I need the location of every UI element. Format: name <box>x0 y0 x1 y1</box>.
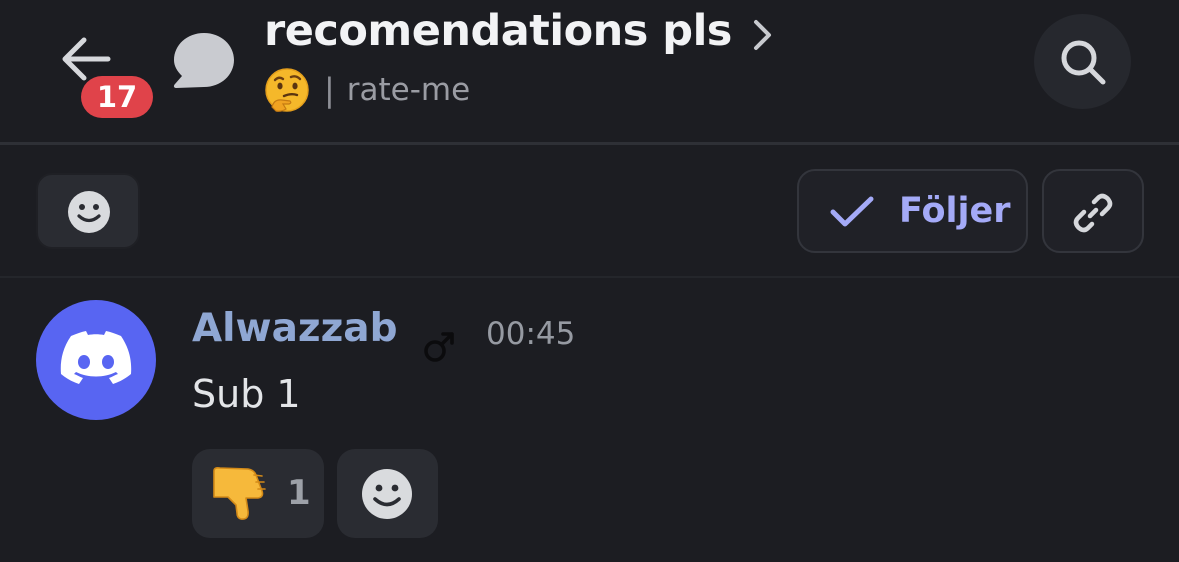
message-author[interactable]: Alwazzab <box>192 306 398 351</box>
thread-screen: 17 recomendations pls | rate-me Följer A… <box>0 0 1179 562</box>
reaction-thumbs-down[interactable]: 1 <box>192 449 324 538</box>
avatar[interactable] <box>36 300 156 420</box>
thread-title[interactable]: recomendations pls <box>264 6 732 56</box>
discord-logo-icon <box>60 331 132 384</box>
copy-link-button[interactable] <box>1042 169 1144 253</box>
reaction-count: 1 <box>287 473 311 513</box>
chevron-right-icon[interactable] <box>752 18 774 52</box>
search-button[interactable] <box>1034 14 1131 109</box>
follow-button[interactable]: Följer <box>797 169 1028 253</box>
message-text: Sub 1 <box>192 372 301 416</box>
thread-bubble-icon <box>173 33 234 88</box>
follow-label: Följer <box>899 191 1011 231</box>
smiley-icon <box>68 191 110 233</box>
checkmark-icon <box>830 196 874 227</box>
search-icon <box>1061 40 1106 85</box>
message-item: Alwazzab 00:45 Sub 1 1 <box>0 278 1179 562</box>
thread-subtitle[interactable]: | rate-me <box>264 66 470 114</box>
thread-header: 17 recomendations pls | rate-me <box>0 0 1179 142</box>
thumbs-down-icon <box>213 467 266 520</box>
subtitle-separator: | <box>324 71 335 109</box>
message-timestamp: 00:45 <box>486 316 576 352</box>
emoji-button[interactable] <box>36 173 140 249</box>
smiley-icon <box>362 469 412 519</box>
link-icon <box>1073 193 1113 233</box>
thinking-face-icon <box>265 68 309 112</box>
thread-toolbar: Följer <box>0 145 1179 277</box>
male-sign-icon <box>424 332 454 362</box>
add-reaction-button[interactable] <box>337 449 438 538</box>
channel-name: rate-me <box>346 72 471 108</box>
unread-count-badge: 17 <box>81 76 153 118</box>
